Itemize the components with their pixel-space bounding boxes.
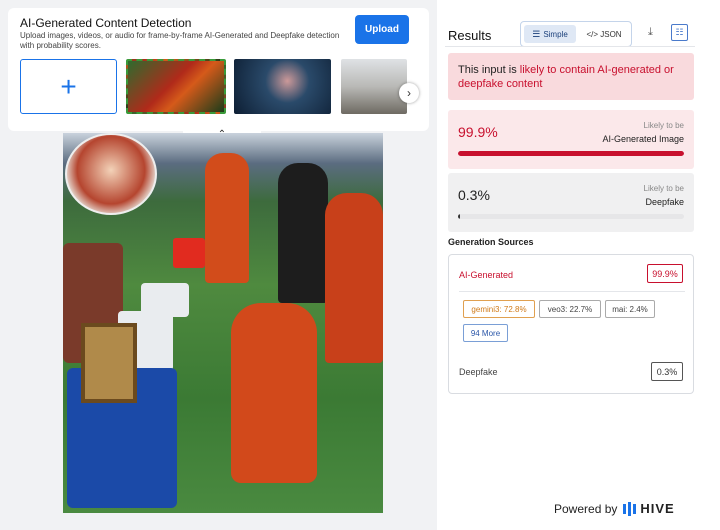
hive-logo: HIVE	[623, 501, 674, 516]
hive-logo-icon	[623, 501, 637, 516]
results-title: Results	[448, 28, 492, 43]
score-likely-label: Likely to be	[643, 121, 684, 130]
details-view-icon[interactable]: ☷	[671, 24, 688, 41]
upload-panel: AI-Generated Content Detection Upload im…	[0, 0, 437, 530]
source-deepfake-value: 0.3%	[651, 362, 683, 381]
source-ai-label: AI-Generated	[459, 270, 514, 280]
more-sources-button[interactable]: 94 More	[463, 324, 508, 342]
chevron-right-icon[interactable]: ›	[399, 83, 419, 103]
score-bar	[458, 151, 684, 156]
powered-by-label: Powered by	[554, 501, 618, 516]
mode-json-button[interactable]: </> JSON	[579, 25, 629, 43]
plus-icon: +	[60, 70, 77, 102]
source-deepfake-label: Deepfake	[459, 367, 498, 377]
list-icon: ☰	[532, 28, 541, 39]
view-mode-toggle: ☰ Simple </> JSON	[520, 21, 632, 47]
score-percent: 0.3%	[458, 187, 490, 203]
score-card-ai-generated: 99.9% Likely to be AI-Generated Image	[448, 110, 694, 169]
upload-button[interactable]: Upload	[355, 15, 409, 44]
source-chip: mai: 2.4%	[605, 300, 655, 318]
score-likely-label: Likely to be	[643, 184, 684, 193]
score-card-deepfake: 0.3% Likely to be Deepfake	[448, 173, 694, 232]
verdict-alert: This input is likely to contain AI-gener…	[448, 53, 694, 100]
powered-by: Powered by HIVE	[554, 501, 675, 516]
divider	[445, 46, 695, 47]
sources-title: Generation Sources	[448, 237, 534, 247]
score-bar	[458, 214, 684, 219]
thumbnail[interactable]	[341, 59, 407, 114]
score-class-name: AI-Generated Image	[602, 134, 684, 144]
source-chip: veo3: 22.7%	[539, 300, 601, 318]
mode-simple-button[interactable]: ☰ Simple	[524, 25, 576, 43]
page-subtitle: Upload images, videos, or audio for fram…	[20, 31, 340, 50]
sources-card: AI-Generated 99.9% gemini3: 72.8% veo3: …	[448, 254, 694, 394]
thumbnail-selected[interactable]	[126, 59, 226, 114]
divider	[459, 291, 685, 292]
source-chip: gemini3: 72.8%	[463, 300, 535, 318]
download-icon[interactable]: ⤓	[648, 26, 662, 40]
hive-brand: HIVE	[640, 501, 675, 516]
score-bar-fill	[458, 214, 460, 219]
thumbnail[interactable]	[234, 59, 331, 114]
mode-json-label: </> JSON	[586, 29, 622, 39]
uploaded-image-preview	[63, 133, 383, 513]
source-ai-value: 99.9%	[647, 264, 683, 283]
score-bar-fill	[458, 151, 684, 156]
page-title: AI-Generated Content Detection	[20, 16, 192, 30]
alert-prefix: This input is	[458, 64, 520, 76]
add-media-tile[interactable]: +	[20, 59, 117, 114]
score-percent: 99.9%	[458, 124, 498, 140]
mode-simple-label: Simple	[543, 29, 568, 39]
score-class-name: Deepfake	[645, 197, 684, 207]
